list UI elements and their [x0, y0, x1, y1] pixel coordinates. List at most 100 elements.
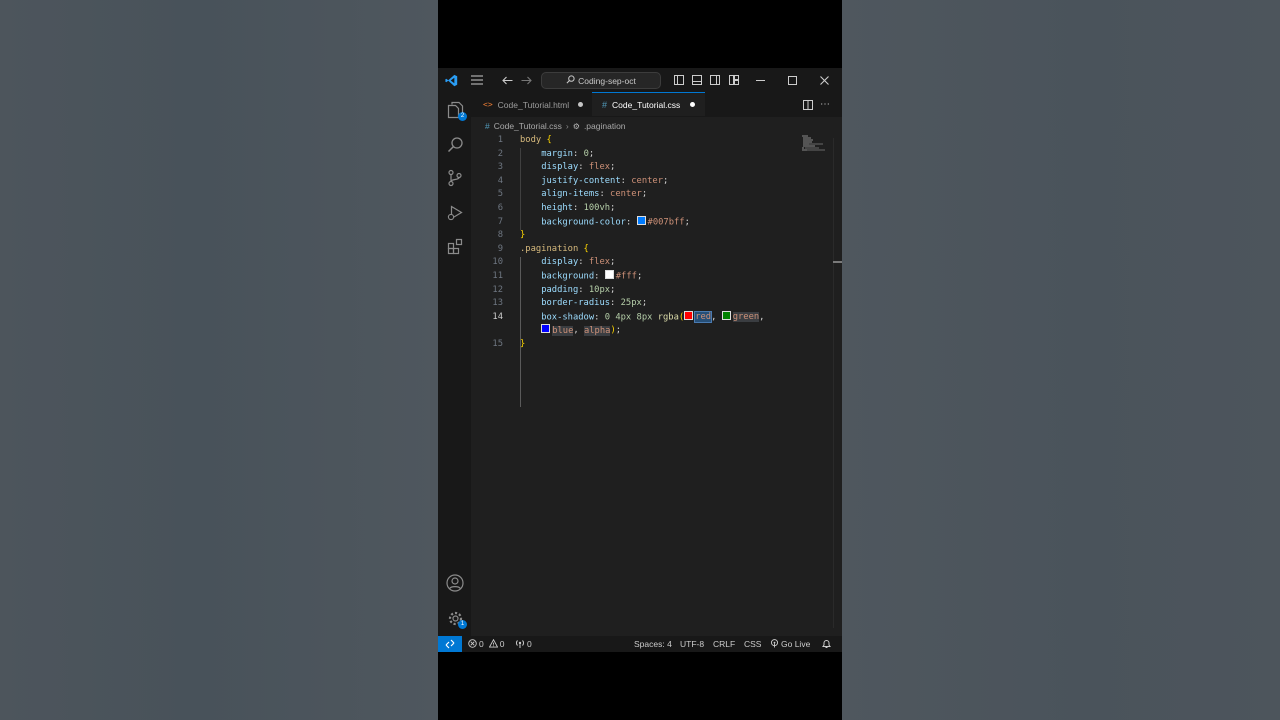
ports-indicator[interactable]: 0	[515, 636, 532, 652]
code-line-3: display: flex;	[541, 162, 616, 173]
close-icon[interactable]	[816, 68, 832, 92]
minimize-icon[interactable]	[752, 68, 768, 92]
value: flex	[588, 162, 611, 173]
title-bar: Coding-sep-oct	[438, 68, 842, 92]
manage-gear-icon[interactable]: 1	[445, 608, 467, 629]
split-editor-icon[interactable]	[800, 92, 816, 117]
editor-tab-bar: <> Code_Tutorial.html # Code_Tutorial.cs…	[471, 92, 842, 117]
go-live-button[interactable]: Go Live	[770, 636, 810, 652]
language-mode-status[interactable]: CSS	[744, 636, 761, 652]
line-number: 4	[497, 175, 503, 186]
maximize-icon[interactable]	[784, 68, 800, 92]
code-line-6: height: 100vh;	[541, 203, 616, 213]
line-number: 15	[492, 339, 503, 349]
value: flex	[588, 257, 611, 268]
property: padding	[541, 284, 579, 295]
color-swatch[interactable]	[541, 324, 551, 334]
line-number-current: 14	[492, 311, 503, 322]
selector: body	[520, 135, 542, 145]
tab-code-tutorial-css[interactable]: # Code_Tutorial.css	[592, 92, 705, 116]
chevron-right-icon: ›	[565, 121, 569, 131]
forward-arrow-icon[interactable]	[518, 68, 534, 92]
property: margin	[541, 148, 573, 159]
code-line-4: justify-content: center;	[541, 175, 669, 186]
source-control-icon[interactable]	[445, 168, 465, 188]
extensions-icon[interactable]	[445, 236, 465, 256]
code-line-5: align-items: center;	[541, 189, 648, 200]
selector: .pagination	[520, 243, 579, 254]
warning-icon	[488, 638, 499, 650]
command-center-search[interactable]: Coding-sep-oct	[541, 72, 661, 89]
value: 10px	[588, 284, 611, 295]
brace: {	[541, 135, 552, 145]
search-sidebar-icon[interactable]	[445, 134, 465, 154]
line-number: 1	[497, 135, 503, 145]
encoding-status[interactable]: UTF-8	[680, 636, 704, 652]
back-arrow-icon[interactable]	[499, 68, 515, 92]
toggle-panel-icon[interactable]	[690, 68, 704, 92]
remote-indicator-icon[interactable]	[438, 636, 462, 652]
code-line-10: display: flex;	[541, 257, 616, 268]
error-count: 0	[479, 639, 484, 649]
breadcrumb-symbol[interactable]: .pagination	[584, 121, 626, 131]
line-number: 10	[492, 257, 503, 268]
value: center	[631, 175, 664, 186]
run-and-debug-icon[interactable]	[445, 202, 465, 222]
brace: }	[520, 230, 526, 241]
line-number: 3	[497, 162, 503, 173]
color-swatch[interactable]	[684, 310, 694, 320]
color-swatch[interactable]	[721, 310, 731, 320]
vertical-scrollbar-track[interactable]	[833, 138, 834, 628]
more-actions-icon[interactable]: ⋯	[817, 92, 833, 117]
code-editor[interactable]: 1 2 3 4 5 6 7 8 9 10 11 12 13 14 15 body…	[471, 134, 842, 634]
toggle-primary-sidebar-icon[interactable]	[672, 68, 686, 92]
customize-layout-icon[interactable]	[727, 68, 741, 92]
problems-indicator[interactable]: 0 0	[468, 636, 504, 652]
code-line-15: }	[520, 338, 525, 352]
tab-code-tutorial-html[interactable]: <> Code_Tutorial.html	[471, 92, 591, 117]
property: box-shadow	[541, 312, 595, 323]
value: center	[610, 189, 642, 200]
code-line-14: box-shadow: 0 4px 8px rgba(red, green,	[541, 310, 765, 324]
eol-status[interactable]: CRLF	[713, 636, 735, 652]
explorer-icon[interactable]: 2	[445, 100, 467, 121]
explorer-badge: 2	[458, 112, 467, 121]
accounts-icon[interactable]	[445, 573, 465, 593]
code-line-14-wrap: blue, alpha);	[520, 324, 621, 338]
color-swatch[interactable]	[636, 215, 646, 225]
menu-icon[interactable]	[468, 68, 486, 92]
indentation-status[interactable]: Spaces: 4	[634, 636, 672, 652]
color-swatch[interactable]	[604, 270, 614, 279]
value: 100vh	[583, 203, 611, 213]
html-brackets-icon: <>	[483, 100, 493, 109]
snippet-placeholder[interactable]: green	[732, 312, 760, 323]
line-number: 5	[497, 189, 503, 200]
value: 0 4px 8px	[604, 312, 653, 323]
property: height	[541, 203, 573, 213]
tab-label: Code_Tutorial.html	[497, 99, 570, 110]
minimap[interactable]	[801, 134, 825, 154]
hash-icon: #	[602, 99, 608, 110]
warning-count: 0	[499, 639, 505, 649]
broadcast-icon	[515, 639, 525, 650]
code-line-13: border-radius: 25px;	[541, 298, 648, 309]
breadcrumb-file[interactable]: Code_Tutorial.css	[494, 121, 562, 131]
brace: }	[520, 339, 526, 349]
go-live-label: Go Live	[781, 639, 811, 649]
snippet-placeholder[interactable]: alpha	[583, 325, 611, 336]
code-line-1: body {	[520, 134, 552, 148]
line-number: 13	[492, 298, 503, 309]
code-line-8: }	[520, 229, 525, 243]
tab-label: Code_Tutorial.css	[612, 99, 681, 110]
snippet-placeholder[interactable]: blue	[552, 325, 574, 336]
snippet-placeholder-selected[interactable]: red	[694, 311, 713, 324]
property: justify-content	[541, 175, 621, 186]
line-number: 7	[497, 216, 503, 227]
brace: {	[578, 243, 589, 254]
code-line-12: padding: 10px;	[541, 284, 616, 295]
property: background-color	[541, 217, 626, 228]
toggle-secondary-sidebar-icon[interactable]	[708, 68, 722, 92]
notifications-bell-icon[interactable]	[822, 636, 831, 652]
activity-bar: 2 1	[438, 92, 471, 636]
line-number: 8	[497, 230, 503, 241]
